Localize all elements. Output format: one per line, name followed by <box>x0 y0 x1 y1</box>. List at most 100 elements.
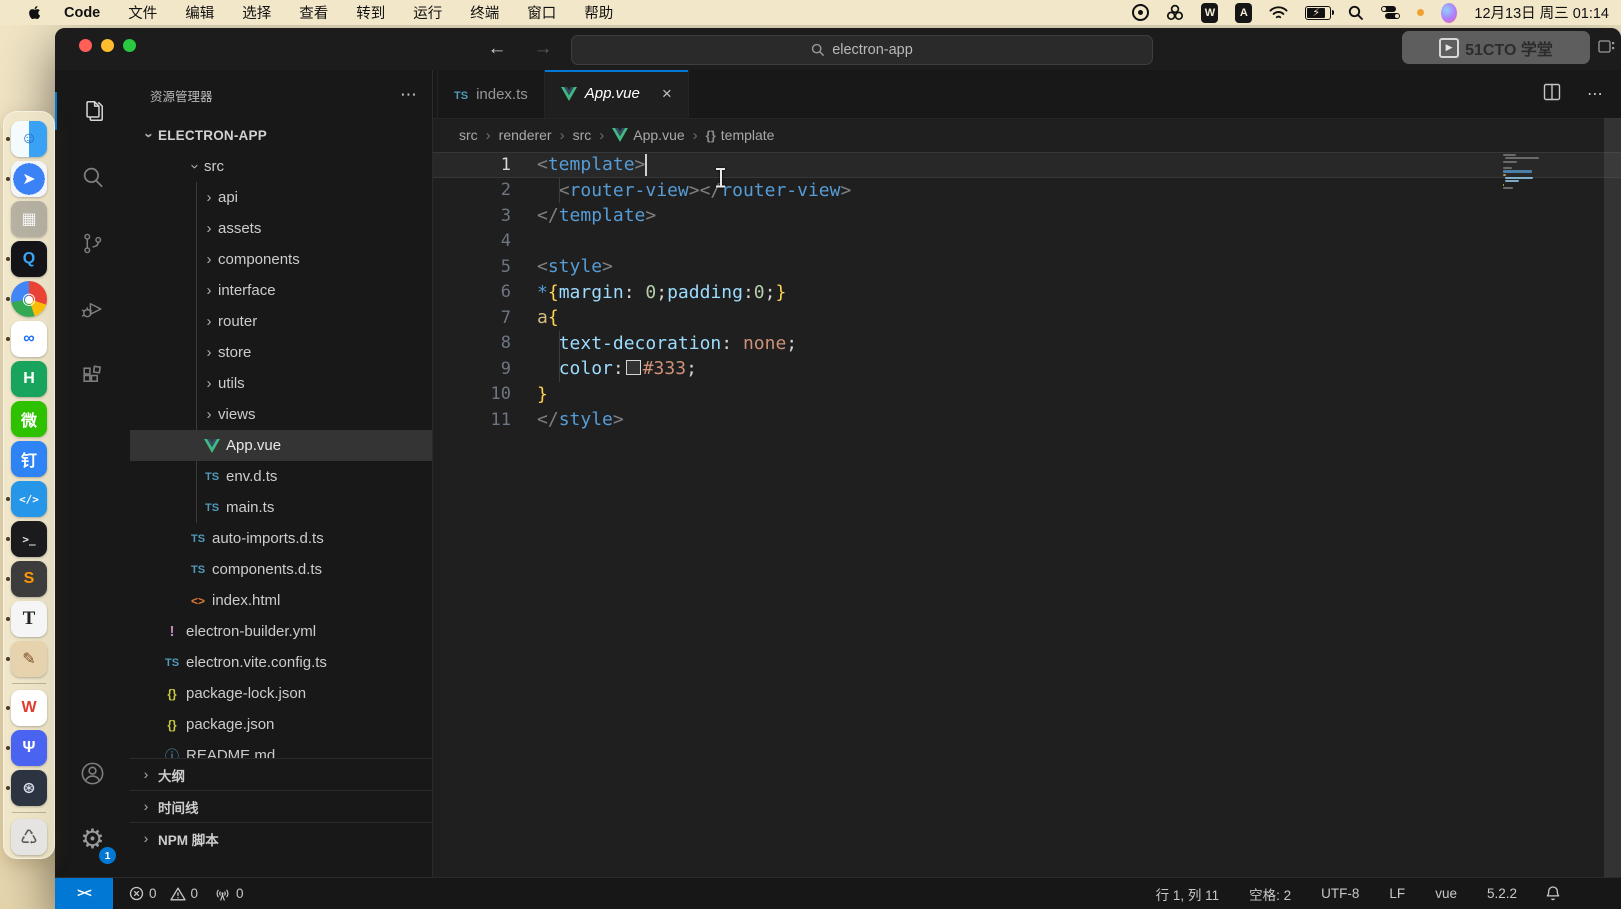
tree-item-components-d-ts[interactable]: TScomponents.d.ts <box>130 554 432 585</box>
tree-item-env-d-ts[interactable]: TSenv.d.ts <box>130 461 432 492</box>
editor-scrollbar[interactable] <box>1604 118 1621 878</box>
status-item-1[interactable]: 空格: 2 <box>1249 884 1291 904</box>
breadcrumb-item-1[interactable]: renderer <box>499 127 552 143</box>
dock-item-atom-app[interactable]: ⊛ <box>4 768 54 808</box>
dock-item-vscode[interactable]: </> <box>4 479 54 519</box>
siri-icon[interactable] <box>1441 3 1457 23</box>
tree-item-main-ts[interactable]: TSmain.ts <box>130 492 432 523</box>
split-editor-icon[interactable] <box>1543 83 1561 106</box>
dock-item-finder[interactable]: ☺ <box>4 119 54 159</box>
dock-item-hbuilder[interactable]: H <box>4 359 54 399</box>
menu-item-4[interactable]: 转到 <box>342 2 399 23</box>
minimize-window-button[interactable] <box>101 39 114 52</box>
dock-item-deer-vpn[interactable]: Ψ <box>4 728 54 768</box>
activity-settings[interactable]: ⚙1 <box>55 806 130 872</box>
sidebar-more-actions[interactable]: ⋯ <box>400 85 418 105</box>
code-line-8[interactable]: 8 text-decoration: none; <box>433 331 1621 357</box>
tree-item-index-html[interactable]: <>index.html <box>130 585 432 616</box>
menu-item-8[interactable]: 帮助 <box>570 2 627 23</box>
tab-close-icon[interactable]: × <box>662 84 672 104</box>
command-center-search[interactable]: electron-app <box>571 35 1153 65</box>
tree-item-package-json[interactable]: {}package.json <box>130 709 432 740</box>
menu-app-name[interactable]: Code <box>50 5 114 21</box>
activity-explorer[interactable] <box>55 78 130 144</box>
activity-search[interactable] <box>55 144 130 210</box>
tree-item-store[interactable]: ›store <box>130 337 432 368</box>
status-item-5[interactable]: 5.2.2 <box>1487 886 1517 901</box>
status-item-4[interactable]: vue <box>1435 886 1457 901</box>
status-item-0[interactable]: 行 1, 列 11 <box>1156 884 1220 904</box>
tree-item-electron-vite-config-ts[interactable]: TSelectron.vite.config.ts <box>130 647 432 678</box>
code-line-7[interactable]: 7a{ <box>433 305 1621 331</box>
breadcrumb-item-0[interactable]: src <box>459 127 478 143</box>
code-line-5[interactable]: 5<style> <box>433 254 1621 280</box>
code-line-10[interactable]: 10} <box>433 382 1621 408</box>
menu-item-3[interactable]: 查看 <box>285 2 342 23</box>
minimap[interactable] <box>1503 154 1555 190</box>
activity-extensions[interactable] <box>55 342 130 408</box>
activity-source-control[interactable] <box>55 210 130 276</box>
problems-indicator[interactable]: 0 0 <box>129 886 198 901</box>
menu-item-6[interactable]: 终端 <box>456 2 513 23</box>
tree-item-readme-md[interactable]: ⓘREADME.md <box>130 740 432 758</box>
tree-item-components[interactable]: ›components <box>130 244 432 275</box>
breadcrumb-item-3[interactable]: App.vue <box>612 127 684 143</box>
code-line-9[interactable]: 9 color:#333; <box>433 356 1621 382</box>
dock-item-sublime-text[interactable]: S <box>4 559 54 599</box>
code-line-4[interactable]: 4 <box>433 229 1621 255</box>
panel-2[interactable]: ›NPM 脚本 <box>130 822 432 854</box>
panel-1[interactable]: ›时间线 <box>130 790 432 822</box>
close-window-button[interactable] <box>79 39 92 52</box>
code-line-1[interactable]: 1<template> <box>433 152 1621 178</box>
code-line-6[interactable]: 6*{margin: 0;padding:0;} <box>433 280 1621 306</box>
tree-item-assets[interactable]: ›assets <box>130 213 432 244</box>
menu-item-1[interactable]: 编辑 <box>171 2 228 23</box>
code-area[interactable]: 1<template>2 <router-view></router-view>… <box>433 152 1621 878</box>
dock-item-dingtalk[interactable]: 钉 <box>4 439 54 479</box>
activity-run-debug[interactable] <box>55 276 130 342</box>
customize-layout-icon[interactable] <box>1598 40 1615 62</box>
maximize-window-button[interactable] <box>123 39 136 52</box>
dock-item-launchpad[interactable]: ▦ <box>4 199 54 239</box>
dock-item-wps-office[interactable]: W <box>4 688 54 728</box>
tree-item-electron-builder-yml[interactable]: !electron-builder.yml <box>130 616 432 647</box>
tree-item-auto-imports-d-ts[interactable]: TSauto-imports.d.ts <box>130 523 432 554</box>
input-method-icon[interactable]: A <box>1235 3 1252 23</box>
menu-item-5[interactable]: 运行 <box>399 2 456 23</box>
dock-item-wechat[interactable]: 微 <box>4 399 54 439</box>
tree-item-interface[interactable]: ›interface <box>130 275 432 306</box>
panel-0[interactable]: ›大纲 <box>130 758 432 790</box>
tree-item-router[interactable]: ›router <box>130 306 432 337</box>
dock-item-paint-app[interactable]: ✎ <box>4 639 54 679</box>
activity-account[interactable] <box>55 740 130 806</box>
dock-item-360-browser[interactable]: ∞ <box>4 319 54 359</box>
menu-item-7[interactable]: 窗口 <box>513 2 570 23</box>
battery-icon[interactable]: ⚡ <box>1305 3 1331 23</box>
remote-indicator[interactable]: >< <box>55 878 113 909</box>
wps-menu-icon[interactable]: W <box>1201 3 1218 23</box>
spotlight-icon[interactable] <box>1348 3 1364 23</box>
tree-item-package-lock-json[interactable]: {}package-lock.json <box>130 678 432 709</box>
breadcrumb-item-2[interactable]: src <box>573 127 592 143</box>
tree-item-utils[interactable]: ›utils <box>130 368 432 399</box>
editor-more-actions-icon[interactable]: ⋯ <box>1587 84 1603 104</box>
code-line-3[interactable]: 3</template> <box>433 203 1621 229</box>
apple-menu-icon[interactable] <box>20 5 50 20</box>
tree-item-electron-app[interactable]: ›ELECTRON-APP <box>130 120 432 151</box>
menu-item-0[interactable]: 文件 <box>114 2 171 23</box>
code-line-2[interactable]: 2 <router-view></router-view> <box>433 178 1621 204</box>
dock-item-trash[interactable]: ♺ <box>4 817 54 857</box>
tree-item-views[interactable]: ›views <box>130 399 432 430</box>
status-item-2[interactable]: UTF-8 <box>1321 886 1359 901</box>
cluster-icon[interactable] <box>1166 3 1184 23</box>
control-center-icon[interactable] <box>1381 3 1400 23</box>
record-icon[interactable] <box>1132 3 1149 23</box>
dock-item-quicktime[interactable]: Q <box>4 239 54 279</box>
menu-item-2[interactable]: 选择 <box>228 2 285 23</box>
notifications-bell-icon[interactable] <box>1545 885 1561 902</box>
menu-clock[interactable]: 12月13日 周三 01:14 <box>1474 2 1609 23</box>
dock-item-textedit[interactable]: T <box>4 599 54 639</box>
tree-item-app-vue[interactable]: App.vue <box>130 430 432 461</box>
back-arrow-icon[interactable]: ← <box>485 36 509 62</box>
tab-index-ts[interactable]: TSindex.ts <box>437 70 545 118</box>
